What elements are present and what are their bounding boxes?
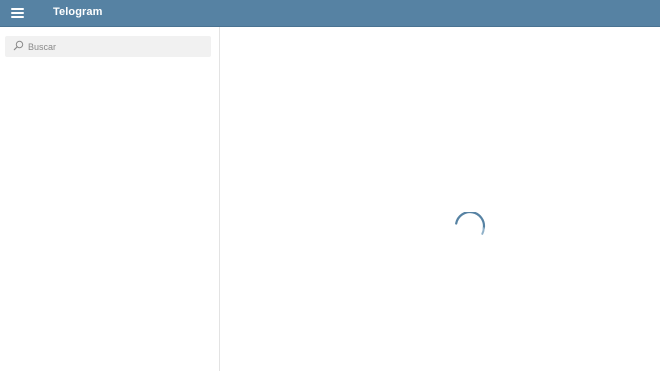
- top-header-bar: Telogram: [0, 0, 660, 27]
- menu-line: [11, 12, 24, 14]
- telegram-window: Telogram: [0, 0, 660, 371]
- search-icon: [13, 40, 24, 51]
- main-content-area: [221, 27, 660, 371]
- menu-line: [11, 8, 24, 10]
- loading-spinner-icon: [455, 212, 486, 235]
- search-box[interactable]: [5, 36, 211, 57]
- hamburger-menu-button[interactable]: [9, 6, 27, 20]
- search-input[interactable]: [26, 36, 210, 57]
- chat-list-sidebar: [0, 27, 220, 371]
- app-title: Telogram: [53, 6, 103, 18]
- menu-line: [11, 16, 24, 18]
